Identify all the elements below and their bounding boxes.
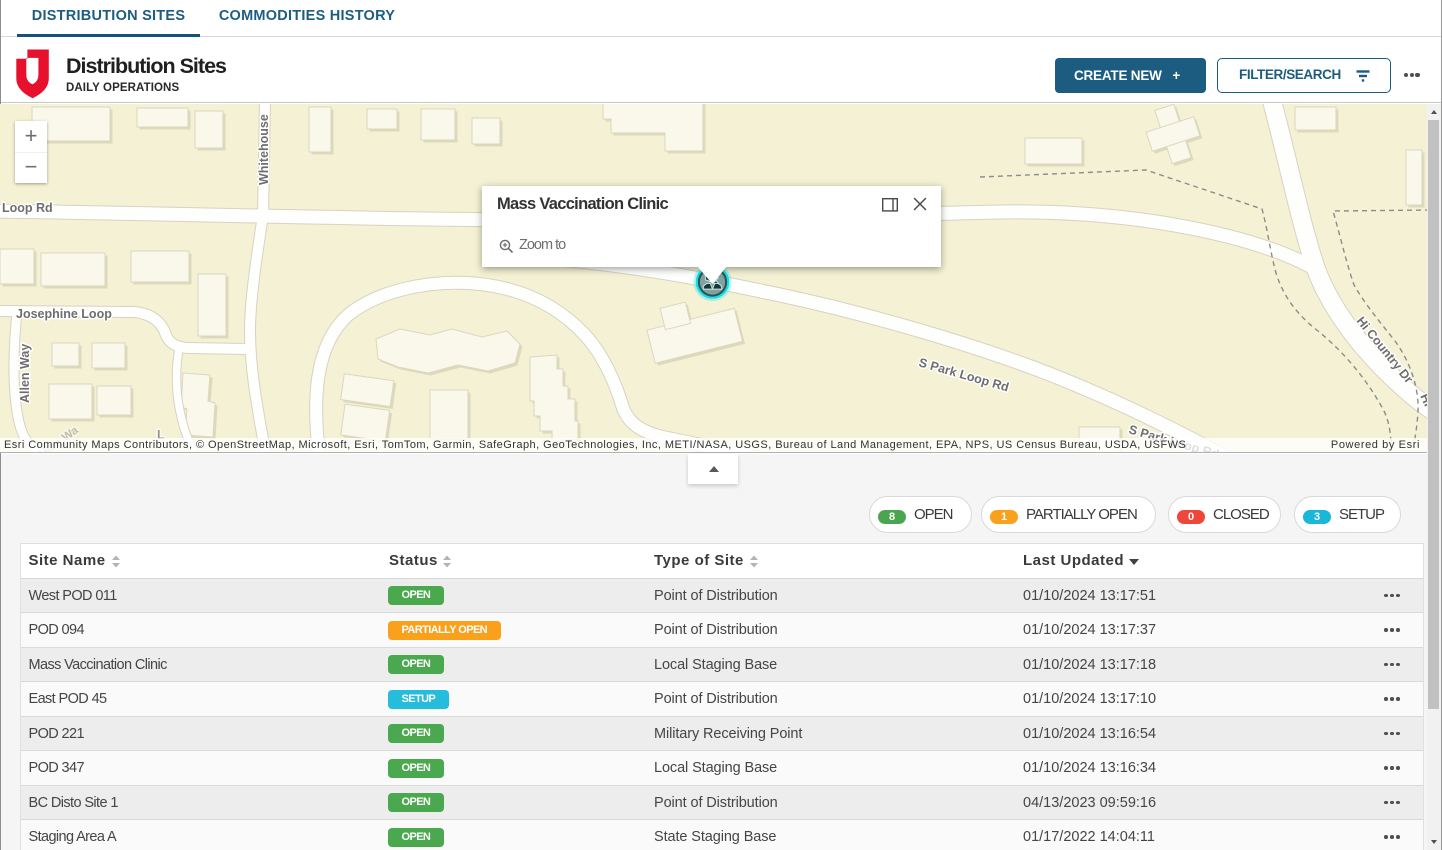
svg-text:Allen Way: Allen Way (18, 344, 32, 403)
svg-text:Josephine Loop: Josephine Loop (16, 307, 112, 321)
svg-text:Loop Rd: Loop Rd (2, 201, 53, 215)
svg-text:Whitehouse: Whitehouse (257, 114, 271, 185)
